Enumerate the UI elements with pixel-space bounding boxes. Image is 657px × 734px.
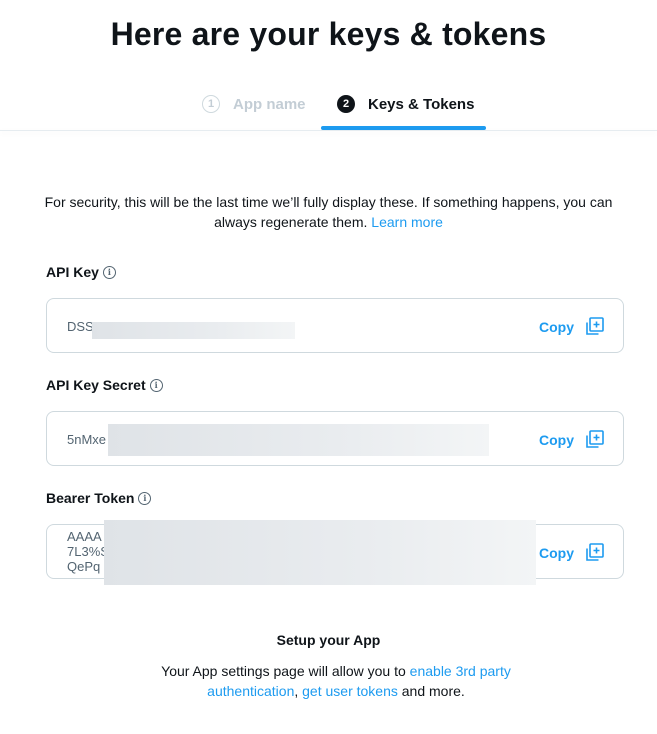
security-notice: For security, this will be the last time… bbox=[30, 192, 627, 232]
api-key-secret-label-row: API Key Secret i bbox=[46, 377, 163, 393]
copy-label: Copy bbox=[539, 544, 574, 561]
api-key-label-row: API Key i bbox=[46, 264, 116, 280]
learn-more-link[interactable]: Learn more bbox=[371, 214, 443, 230]
bearer-token-label: Bearer Token bbox=[46, 490, 135, 506]
security-notice-text: For security, this will be the last time… bbox=[44, 194, 613, 230]
api-key-secret-field[interactable]: 5nMxe Copy bbox=[46, 411, 624, 466]
get-user-tokens-link[interactable]: get user tokens bbox=[302, 683, 398, 699]
step-number-1: 1 bbox=[202, 95, 220, 113]
setup-text-after: and more. bbox=[397, 683, 465, 699]
api-key-value: DSS bbox=[67, 319, 94, 334]
redacted-area bbox=[104, 520, 536, 585]
step-app-name[interactable]: 1 App name bbox=[202, 82, 306, 126]
step-number-2: 2 bbox=[337, 95, 355, 113]
step-label-app-name: App name bbox=[233, 95, 306, 113]
info-icon[interactable]: i bbox=[102, 265, 116, 279]
copy-icon bbox=[586, 317, 604, 335]
bearer-token-label-row: Bearer Token i bbox=[46, 490, 152, 506]
header-divider bbox=[0, 130, 657, 131]
redacted-area bbox=[108, 424, 489, 456]
copy-api-key-secret-button[interactable]: Copy bbox=[539, 429, 605, 450]
api-key-field[interactable]: DSS Copy bbox=[46, 298, 624, 353]
info-icon[interactable]: i bbox=[149, 378, 163, 392]
copy-icon bbox=[586, 430, 604, 448]
copy-api-key-button[interactable]: Copy bbox=[539, 316, 605, 337]
copy-bearer-token-button[interactable]: Copy bbox=[539, 542, 605, 563]
bearer-token-line: 7L3%S bbox=[67, 544, 109, 559]
bearer-token-value: AAAA 7L3%S QePq bbox=[67, 529, 109, 574]
info-icon[interactable]: i bbox=[138, 491, 152, 505]
redacted-area bbox=[92, 322, 295, 339]
copy-icon bbox=[586, 543, 604, 561]
copy-label: Copy bbox=[539, 431, 574, 448]
setup-text-before: Your App settings page will allow you to bbox=[161, 663, 410, 679]
setup-separator: , bbox=[294, 683, 303, 699]
step-keys-tokens[interactable]: 2 Keys & Tokens bbox=[337, 82, 474, 126]
page-title: Here are your keys & tokens bbox=[110, 16, 547, 52]
copy-label: Copy bbox=[539, 318, 574, 335]
stepper: 1 App name 2 Keys & Tokens bbox=[0, 82, 657, 132]
bearer-token-line: QePq bbox=[67, 559, 101, 574]
api-key-secret-value: 5nMxe bbox=[67, 432, 107, 447]
api-key-secret-label: API Key Secret bbox=[46, 377, 146, 393]
bearer-token-field[interactable]: AAAA 7L3%S QePq Copy bbox=[46, 520, 624, 585]
bearer-token-line: AAAA bbox=[67, 529, 102, 544]
step-label-keys-tokens: Keys & Tokens bbox=[368, 95, 475, 113]
setup-description: Your App settings page will allow you to… bbox=[150, 661, 522, 701]
api-key-label: API Key bbox=[46, 264, 99, 280]
setup-title: Setup your App bbox=[276, 632, 381, 648]
